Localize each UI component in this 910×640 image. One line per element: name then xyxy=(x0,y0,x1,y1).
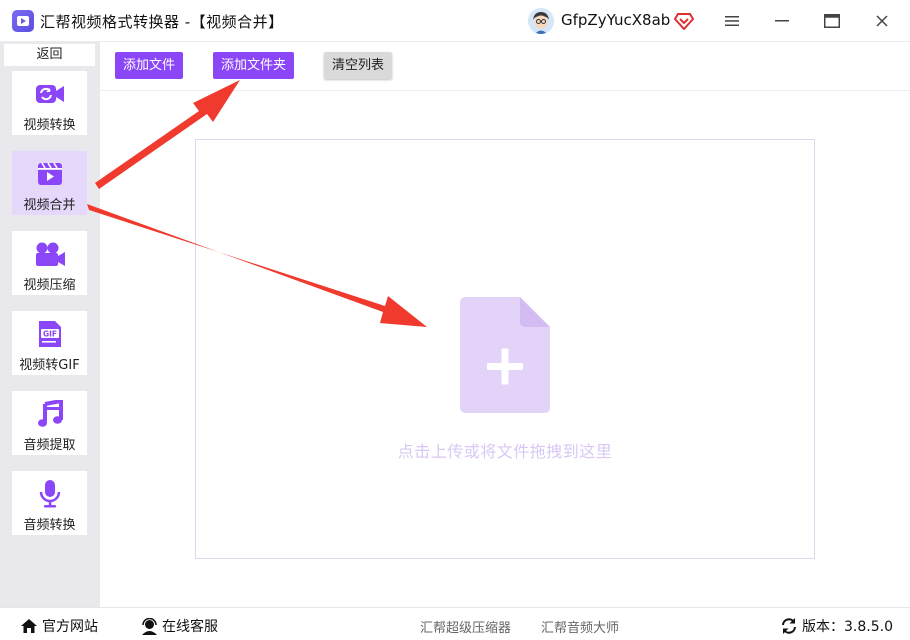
video-merge-icon xyxy=(12,159,87,189)
home-icon xyxy=(21,619,37,633)
sidebar-item-label: 音频转换 xyxy=(23,518,76,533)
username[interactable]: GfpZyYucX8ab xyxy=(561,11,670,29)
official-website-link[interactable]: 官方网站 xyxy=(20,616,98,636)
add-file-button[interactable]: 添加文件 xyxy=(115,52,183,79)
minimize-icon[interactable] xyxy=(768,8,796,34)
sidebar-item-video-gif[interactable]: GIF 视频转GIF xyxy=(12,311,87,375)
sidebar-item-video-merge[interactable]: 视频合并 xyxy=(12,151,87,215)
online-support-link[interactable]: 在线客服 xyxy=(141,616,218,636)
music-note-icon xyxy=(12,399,87,429)
sidebar-item-label: 视频转GIF xyxy=(19,358,80,373)
clear-list-button[interactable]: 清空列表 xyxy=(324,52,392,79)
online-support-label: 在线客服 xyxy=(162,619,218,635)
sidebar-item-video-compress[interactable]: 视频压缩 xyxy=(12,231,87,295)
toolbar-divider xyxy=(100,90,910,91)
sidebar-item-label: 视频合并 xyxy=(23,198,76,213)
file-drop-zone[interactable]: 点击上传或将文件拖拽到这里 xyxy=(195,139,815,559)
sidebar-item-video-convert[interactable]: 视频转换 xyxy=(12,71,87,135)
sidebar-item-label: 音频提取 xyxy=(23,438,76,453)
sidebar-item-label: 视频压缩 xyxy=(23,278,76,293)
vip-diamond-icon[interactable] xyxy=(673,12,695,34)
add-file-icon xyxy=(460,297,552,417)
version-label: 版本：3.8.5.0 xyxy=(802,619,893,635)
app-title: 汇帮视频格式转换器 -【视频合并】 xyxy=(40,13,284,31)
maximize-icon[interactable] xyxy=(818,8,846,34)
back-button[interactable]: 返回 xyxy=(4,44,95,66)
drop-hint-text: 点击上传或将文件拖拽到这里 xyxy=(397,442,613,461)
close-icon[interactable] xyxy=(868,8,896,34)
video-convert-icon xyxy=(12,79,87,109)
product-link-compressor[interactable]: 汇帮超级压缩器 xyxy=(420,617,511,636)
support-agent-icon xyxy=(142,617,157,635)
sidebar: 返回 视频转换 视频合并 视频压缩 GIF 视频转GIF 音频提取 音频转换 xyxy=(0,42,100,607)
refresh-icon xyxy=(782,618,796,634)
gif-icon: GIF xyxy=(12,319,87,349)
app-logo-icon xyxy=(12,10,34,32)
official-website-label: 官方网站 xyxy=(42,619,98,635)
version-info[interactable]: 版本：3.8.5.0 xyxy=(780,616,893,636)
menu-icon[interactable] xyxy=(718,8,746,34)
product-link-audio[interactable]: 汇帮音频大师 xyxy=(541,617,619,636)
sidebar-item-audio-extract[interactable]: 音频提取 xyxy=(12,391,87,455)
sidebar-item-audio-convert[interactable]: 音频转换 xyxy=(12,471,87,535)
video-compress-icon xyxy=(12,239,87,269)
microphone-icon xyxy=(12,479,87,509)
add-folder-button[interactable]: 添加文件夹 xyxy=(213,52,294,79)
svg-text:GIF: GIF xyxy=(42,330,56,339)
title-bar: 汇帮视频格式转换器 -【视频合并】 GfpZyYucX8ab xyxy=(0,0,910,42)
footer-bar: 官方网站 在线客服 汇帮超级压缩器 汇帮音频大师 版本：3.8.5.0 xyxy=(0,607,910,640)
sidebar-item-label: 视频转换 xyxy=(23,118,76,133)
user-avatar[interactable] xyxy=(528,8,554,34)
